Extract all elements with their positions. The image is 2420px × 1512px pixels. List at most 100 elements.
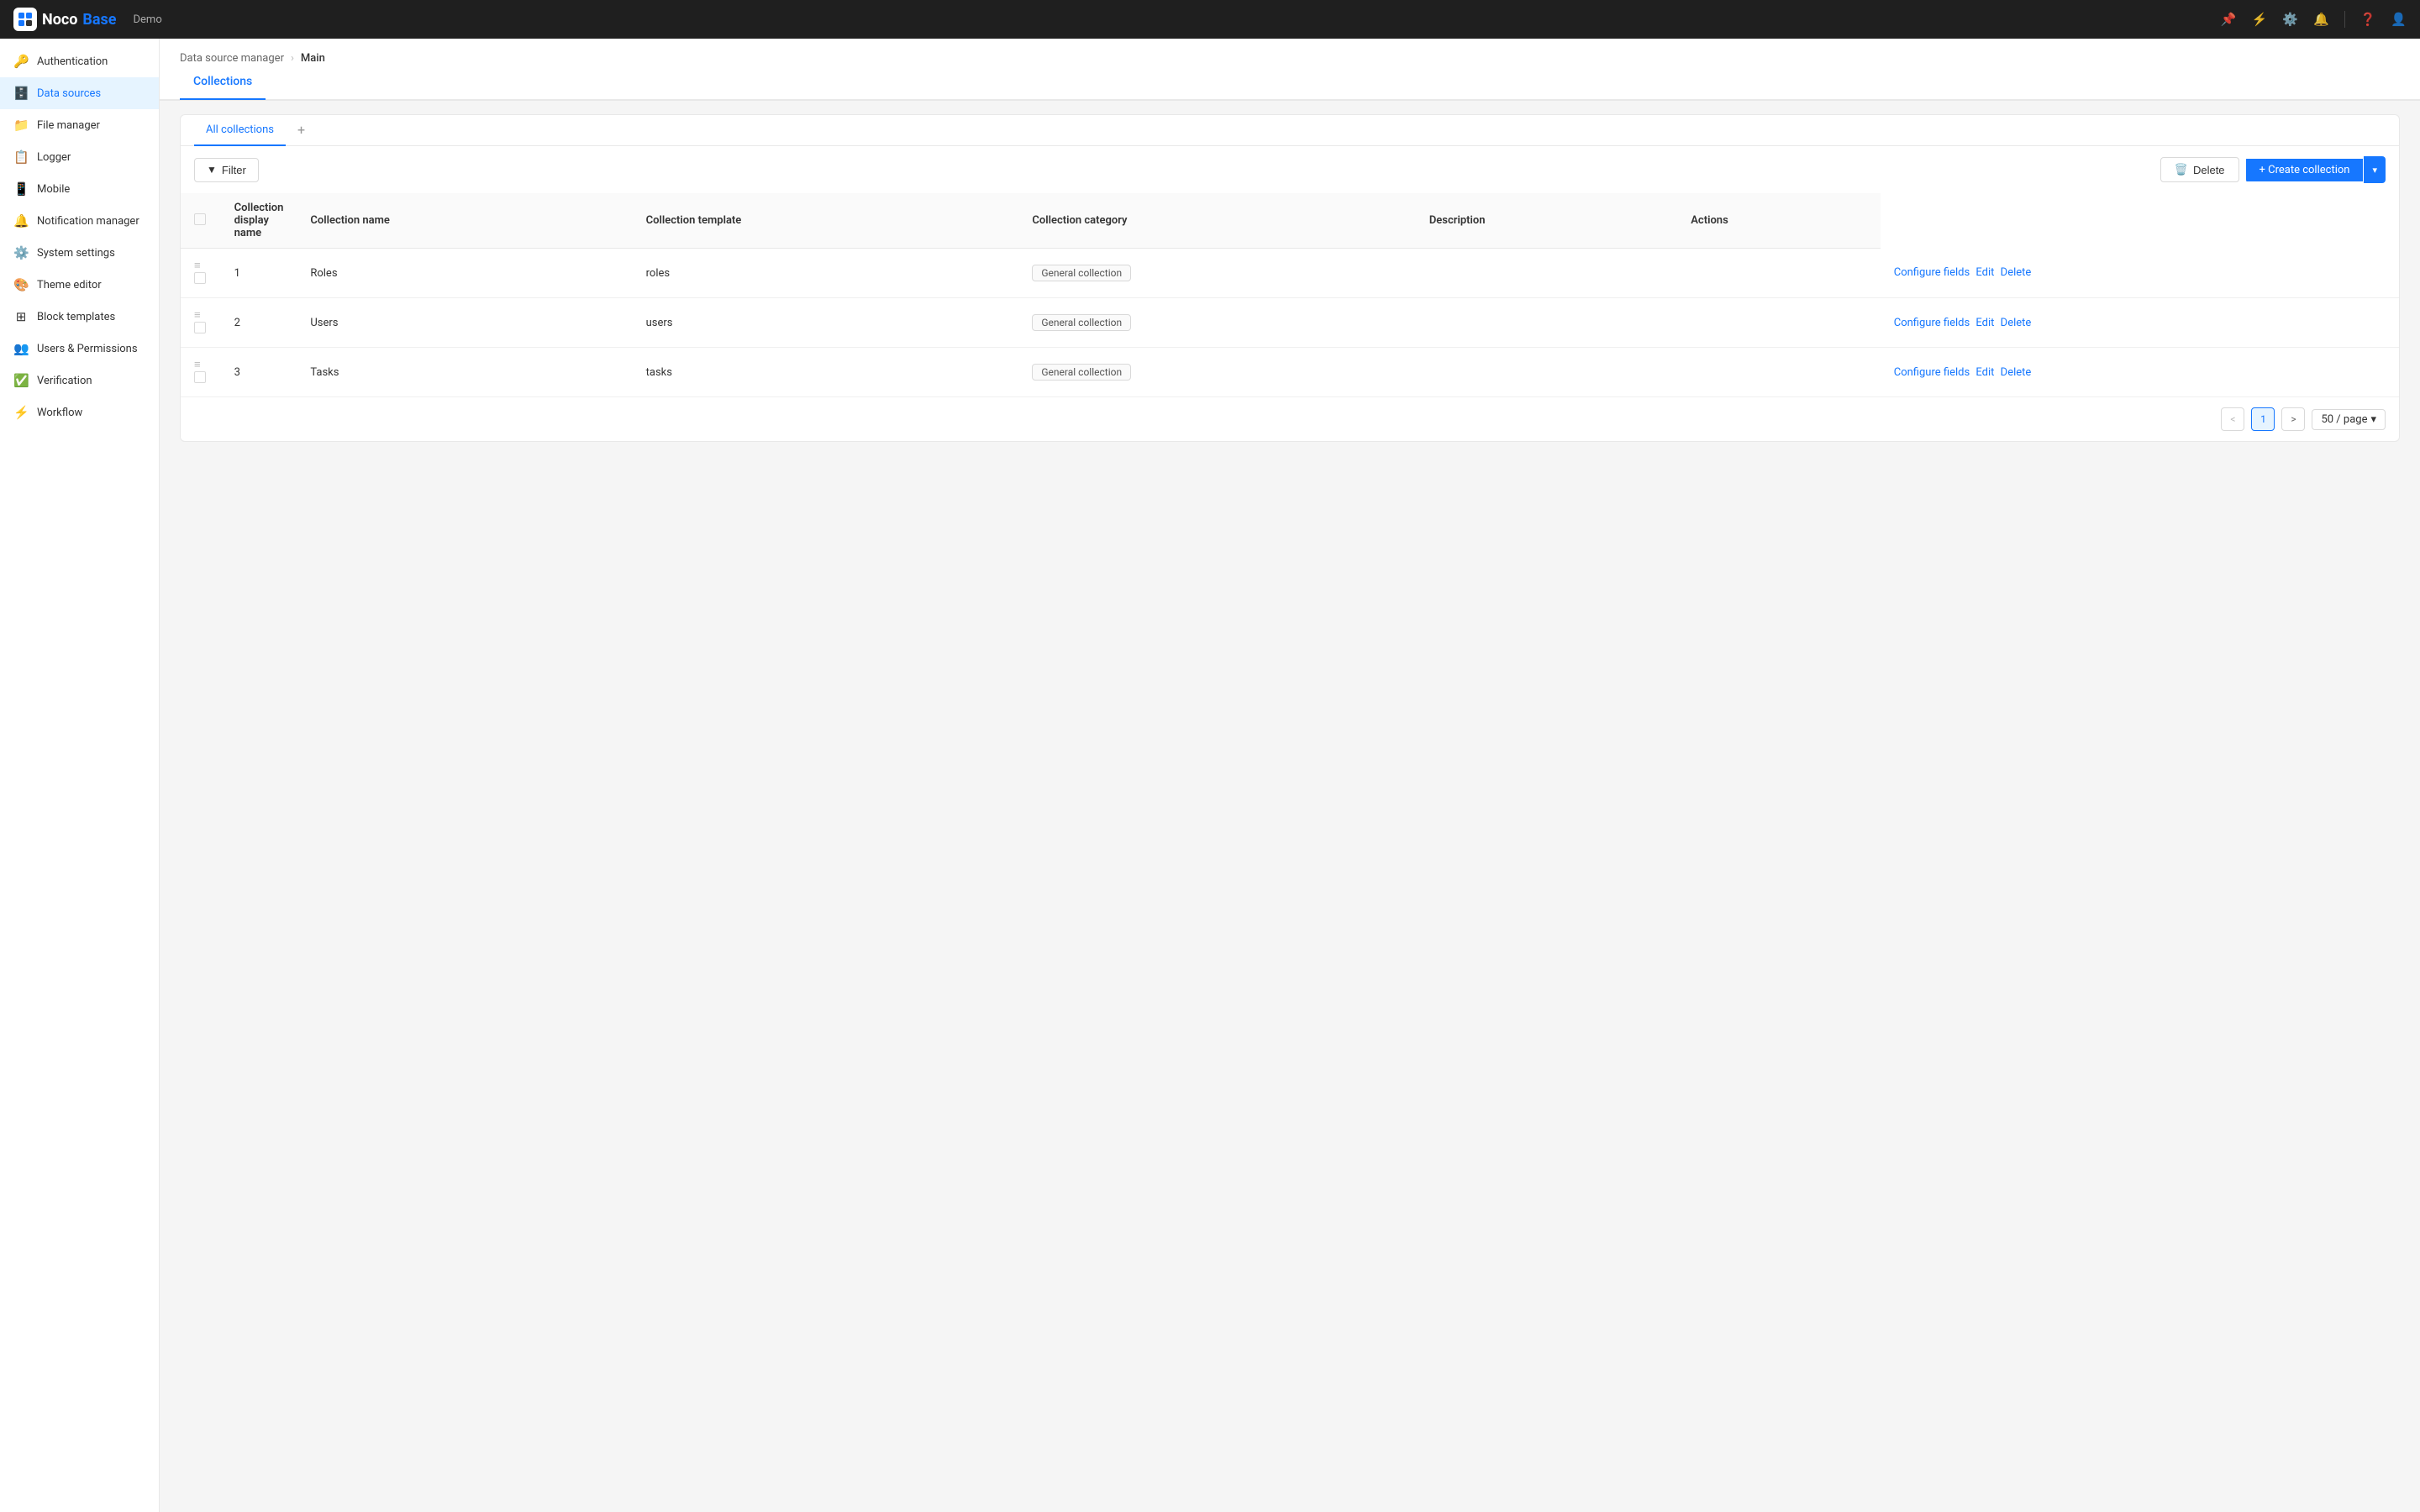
sidebar-item-data-sources[interactable]: 🗄️ Data sources <box>0 77 159 109</box>
collection-tabs-bar: All collections + <box>181 115 2399 146</box>
td-num-3: 3 <box>221 348 297 397</box>
select-all-checkbox[interactable] <box>194 213 206 225</box>
add-collection-tab-button[interactable]: + <box>289 117 313 144</box>
th-actions: Actions <box>1677 193 1880 249</box>
th-description: Description <box>1416 193 1677 249</box>
tab-collections[interactable]: Collections <box>180 65 266 100</box>
gear-icon[interactable]: ⚙️ <box>2282 12 2298 27</box>
users-permissions-icon: 👥 <box>13 341 29 356</box>
template-badge-3: General collection <box>1032 364 1131 381</box>
bell-icon[interactable]: 🔔 <box>2313 12 2329 27</box>
help-icon[interactable]: ❓ <box>2360 12 2376 27</box>
sidebar-item-theme-editor[interactable]: 🎨 Theme editor <box>0 269 159 301</box>
theme-editor-icon: 🎨 <box>13 277 29 292</box>
td-checkbox-3: ≡ <box>181 348 221 397</box>
drag-handle-3[interactable]: ≡ <box>194 359 201 371</box>
main-content: Data source manager › Main Collections A… <box>160 39 2420 1512</box>
th-category: Collection category <box>1018 193 1415 249</box>
row-checkbox-1[interactable] <box>194 272 206 284</box>
create-collection-main[interactable]: + Create collection <box>2246 159 2364 181</box>
page-size-dropdown-icon: ▾ <box>2370 413 2376 426</box>
layout: 🔑 Authentication 🗄️ Data sources 📁 File … <box>0 39 2420 1512</box>
sidebar-item-file-manager[interactable]: 📁 File manager <box>0 109 159 141</box>
th-checkbox <box>181 193 221 249</box>
td-template-2: General collection <box>1018 298 1415 348</box>
delete-label: Delete <box>2193 164 2225 176</box>
workflow-icon: ⚡ <box>13 405 29 420</box>
table-body: ≡ 1 Roles roles General collection Confi… <box>181 249 2399 397</box>
logo-base: Base <box>82 11 116 29</box>
th-name: Collection name <box>297 193 632 249</box>
sidebar-item-label-notification-manager: Notification manager <box>37 215 139 228</box>
file-manager-icon: 📁 <box>13 118 29 133</box>
th-template: Collection template <box>633 193 1019 249</box>
td-template-1: General collection <box>1018 249 1415 298</box>
sidebar-item-label-verification: Verification <box>37 375 92 387</box>
td-category-2 <box>1416 298 1677 348</box>
system-settings-icon: ⚙️ <box>13 245 29 260</box>
edit-link-3[interactable]: Edit <box>1975 366 1994 379</box>
delete-link-2[interactable]: Delete <box>2001 317 2032 329</box>
td-display-name-2: Users <box>297 298 632 348</box>
filter-button[interactable]: ▼ Filter <box>194 158 259 182</box>
collections-table: Collection display name Collection name … <box>181 193 2399 396</box>
configure-fields-link-3[interactable]: Configure fields <box>1894 366 1970 379</box>
tab-all-collections[interactable]: All collections <box>194 115 286 146</box>
td-description-1 <box>1677 249 1880 298</box>
sidebar-item-block-templates[interactable]: ⊞ Block templates <box>0 301 159 333</box>
delete-button[interactable]: 🗑️ Delete <box>2160 157 2239 182</box>
sidebar-item-mobile[interactable]: 📱 Mobile <box>0 173 159 205</box>
td-checkbox-2: ≡ <box>181 298 221 348</box>
row-checkbox-2[interactable] <box>194 322 206 333</box>
row-checkbox-3[interactable] <box>194 371 206 383</box>
sidebar-item-label-theme-editor: Theme editor <box>37 279 102 291</box>
configure-fields-link-1[interactable]: Configure fields <box>1894 266 1970 279</box>
configure-fields-link-2[interactable]: Configure fields <box>1894 317 1970 329</box>
delete-link-3[interactable]: Delete <box>2001 366 2032 379</box>
sidebar-item-label-workflow: Workflow <box>37 407 82 419</box>
delete-link-1[interactable]: Delete <box>2001 266 2032 279</box>
td-checkbox-1: ≡ <box>181 249 221 298</box>
td-name-2: users <box>633 298 1019 348</box>
logo-noco: Noco <box>42 11 77 29</box>
pin-icon[interactable]: 📌 <box>2221 12 2237 27</box>
sidebar-item-system-settings[interactable]: ⚙️ System settings <box>0 237 159 269</box>
edit-link-2[interactable]: Edit <box>1975 317 1994 329</box>
sidebar-item-logger[interactable]: 📋 Logger <box>0 141 159 173</box>
sidebar-item-authentication[interactable]: 🔑 Authentication <box>0 45 159 77</box>
edit-link-1[interactable]: Edit <box>1975 266 1994 279</box>
create-collection-dropdown[interactable]: ▾ <box>2364 156 2386 183</box>
topnav-divider <box>2344 11 2345 28</box>
sidebar-item-users-permissions[interactable]: 👥 Users & Permissions <box>0 333 159 365</box>
topnav: Noco Base Demo 📌 ⚡ ⚙️ 🔔 ❓ 👤 <box>0 0 2420 39</box>
td-actions-1: Configure fields Edit Delete <box>1881 249 2399 298</box>
pagination-page-1[interactable]: 1 <box>2251 407 2275 431</box>
sidebar-item-verification[interactable]: ✅ Verification <box>0 365 159 396</box>
table-header: Collection display name Collection name … <box>181 193 2399 249</box>
drag-handle-1[interactable]: ≡ <box>194 260 201 272</box>
pagination-prev[interactable]: < <box>2221 407 2244 431</box>
template-badge-2: General collection <box>1032 314 1131 331</box>
pagination-next[interactable]: > <box>2281 407 2305 431</box>
topnav-icons: 📌 ⚡ ⚙️ 🔔 ❓ 👤 <box>2221 11 2407 28</box>
logo-icon <box>13 8 37 31</box>
sidebar-item-workflow[interactable]: ⚡ Workflow <box>0 396 159 428</box>
page-size-label: 50 / page <box>2321 413 2367 426</box>
sidebar-item-notification-manager[interactable]: 🔔 Notification manager <box>0 205 159 237</box>
logo[interactable]: Noco Base <box>13 8 117 31</box>
breadcrumb-parent[interactable]: Data source manager <box>180 52 284 65</box>
user-icon[interactable]: 👤 <box>2391 12 2407 27</box>
bolt-icon[interactable]: ⚡ <box>2252 12 2268 27</box>
demo-label: Demo <box>134 13 162 26</box>
td-actions-2: Configure fields Edit Delete <box>1881 298 2399 348</box>
data-sources-icon: 🗄️ <box>13 86 29 101</box>
breadcrumb-current: Main <box>301 52 325 65</box>
drag-handle-2[interactable]: ≡ <box>194 309 201 322</box>
authentication-icon: 🔑 <box>13 54 29 69</box>
toolbar: ▼ Filter 🗑️ Delete + Create collection ▾ <box>181 146 2399 193</box>
td-category-1 <box>1416 249 1677 298</box>
page-tabs: Collections <box>160 65 2420 100</box>
filter-icon: ▼ <box>207 164 217 176</box>
page-size-select[interactable]: 50 / page ▾ <box>2312 409 2386 430</box>
create-collection-button[interactable]: + Create collection ▾ <box>2246 156 2386 183</box>
